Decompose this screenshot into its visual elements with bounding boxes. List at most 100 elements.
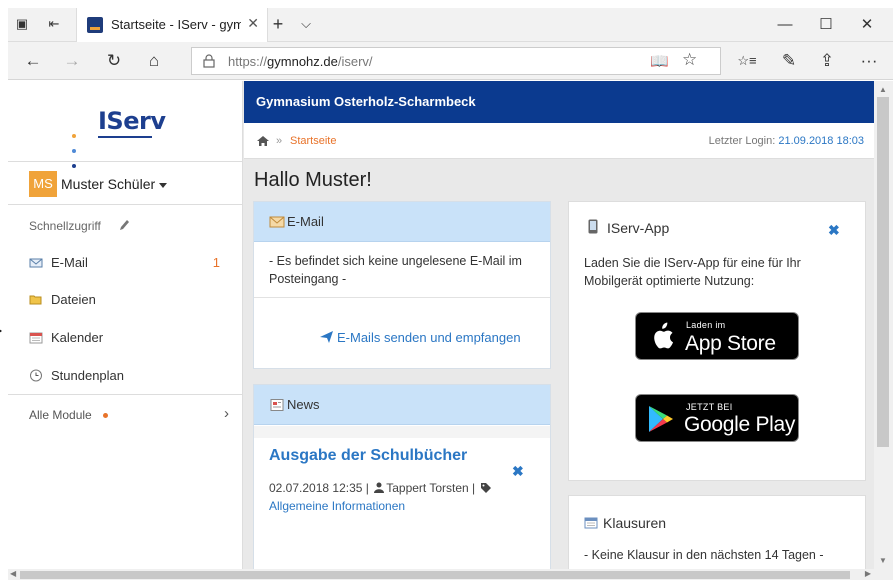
school-name: Gymnasium Osterholz-Scharmbeck xyxy=(256,94,476,109)
home-icon[interactable] xyxy=(256,135,270,147)
iserv-page: IServ MS Muster Schüler Schnellzugriff E… xyxy=(8,81,874,569)
favorites-hub-icon[interactable]: ☆≡ xyxy=(736,51,758,71)
news-panel: News Ausgabe der Schulbücher ✖ 02.07.201… xyxy=(253,384,551,569)
app-store-badge[interactable]: Laden im App Store xyxy=(635,312,799,360)
reading-view-icon[interactable]: 📖 xyxy=(650,52,669,70)
forward-button[interactable]: → xyxy=(61,51,83,71)
tab-list-chevron-icon[interactable]: ⌵ xyxy=(298,17,314,31)
tabs-aside-icon[interactable]: ⇤ xyxy=(46,17,62,31)
all-modules-label: Alle Module xyxy=(29,408,92,422)
share-icon[interactable]: ⇪ xyxy=(816,51,838,71)
sidebar-item-timetable[interactable]: Stundenplan xyxy=(8,358,243,394)
scroll-left-icon[interactable]: ◀ xyxy=(10,569,16,578)
folder-icon xyxy=(29,295,42,305)
new-tab-button[interactable]: + xyxy=(270,15,286,33)
calendar-icon xyxy=(584,517,598,529)
sidebar-item-label: Dateien xyxy=(51,292,96,307)
panel-title: News xyxy=(287,397,320,412)
sidebar-item-label: Stundenplan xyxy=(51,368,125,383)
email-panel: E-Mail - Es befindet sich keine ungelese… xyxy=(253,201,551,369)
vertical-scrollbar[interactable]: ▲ ▼ xyxy=(874,81,893,569)
sidebar-item-files[interactable]: Dateien xyxy=(8,282,243,318)
paper-plane-icon xyxy=(320,331,333,343)
panel-title: IServ-App xyxy=(607,220,670,236)
clock-icon xyxy=(30,369,42,382)
breadcrumb-current[interactable]: Startseite xyxy=(290,135,336,147)
calendar-icon xyxy=(29,332,43,344)
news-item-title[interactable]: Ausgabe der Schulbücher xyxy=(269,447,467,465)
logo-dot xyxy=(72,134,76,138)
panel-title: Klausuren xyxy=(603,515,667,531)
news-category-link[interactable]: Allgemeine Informationen xyxy=(269,499,405,513)
divider xyxy=(254,297,550,298)
logo-dot xyxy=(72,149,76,153)
maximize-button[interactable]: ☐ xyxy=(806,14,846,36)
browser-titlebar: ▣ ⇤ Startseite - IServ - gymr ✕ + ⌵ — ☐ … xyxy=(8,8,893,42)
school-header: Gymnasium Osterholz-Scharmbeck xyxy=(244,81,874,123)
mail-icon xyxy=(269,216,285,228)
minimize-button[interactable]: — xyxy=(765,14,805,36)
browser-tab[interactable]: Startseite - IServ - gymr ✕ xyxy=(76,8,268,42)
favorite-star-icon[interactable]: ☆ xyxy=(682,50,697,70)
google-play-title: Google Play xyxy=(684,413,796,436)
unread-count-badge: 1 xyxy=(212,255,220,270)
more-menu-icon[interactable]: ··· xyxy=(858,51,880,71)
scroll-up-icon[interactable]: ▲ xyxy=(879,85,887,94)
refresh-button[interactable]: ↻ xyxy=(103,51,125,71)
send-receive-email-link[interactable]: E-Mails senden und empfangen xyxy=(320,330,521,345)
google-play-icon xyxy=(649,406,673,432)
home-button[interactable]: ⌂ xyxy=(143,51,165,71)
back-button[interactable]: ← xyxy=(22,51,44,71)
chevron-right-icon: › xyxy=(224,405,229,422)
news-icon xyxy=(270,399,284,411)
sidebar-item-email[interactable]: E-Mail 1 xyxy=(8,245,243,281)
news-meta: 02.07.2018 12:35 | Tappert Torsten | xyxy=(269,481,491,495)
mobile-phone-icon xyxy=(588,219,598,234)
user-name: Muster Schüler xyxy=(61,176,168,192)
user-menu[interactable]: MS Muster Schüler xyxy=(8,161,243,205)
mail-icon xyxy=(29,258,43,268)
tab-title: Startseite - IServ - gymr xyxy=(111,17,241,32)
browser-toolbar: ← → ↻ ⌂ https://gymnohz.de/iserv/ 📖 ☆ ☆≡… xyxy=(8,42,893,80)
sidebar-item-calendar[interactable]: Kalender xyxy=(8,320,243,356)
tab-close-icon[interactable]: ✕ xyxy=(247,15,259,32)
last-login: Letzter Login: 21.09.2018 18:03 xyxy=(708,135,864,147)
new-indicator-dot xyxy=(103,413,108,418)
iserv-app-panel: IServ-App ✖ Laden Sie die IServ-App für … xyxy=(568,201,866,481)
exams-status-text: - Keine Klausur in den nächsten 14 Tagen… xyxy=(584,548,824,562)
email-panel-header: E-Mail xyxy=(254,202,550,242)
google-play-caption: JETZT BEI xyxy=(686,402,733,412)
logo-underline xyxy=(98,136,152,138)
main-content: Gymnasium Osterholz-Scharmbeck » Startse… xyxy=(244,81,874,569)
dismiss-app-panel-icon[interactable]: ✖ xyxy=(828,222,840,239)
horizontal-scroll-thumb[interactable] xyxy=(20,571,850,579)
sidebar: IServ MS Muster Schüler Schnellzugriff E… xyxy=(8,81,243,569)
quick-access-label: Schnellzugriff xyxy=(29,219,101,233)
avatar: MS xyxy=(29,171,57,197)
scroll-down-icon[interactable]: ▼ xyxy=(879,556,887,565)
pencil-icon[interactable] xyxy=(118,218,130,232)
horizontal-scrollbar[interactable]: ◀ ▶ xyxy=(8,569,893,580)
app-store-caption: Laden im xyxy=(686,320,726,330)
address-bar-input[interactable]: https://gymnohz.de/iserv/ 📖 ☆ xyxy=(191,47,721,75)
tab-manager-icon[interactable]: ▣ xyxy=(14,17,30,31)
sidebar-item-all-modules[interactable]: Alle Module › xyxy=(8,394,243,432)
sidebar-item-label: E-Mail xyxy=(51,255,88,270)
scroll-right-icon[interactable]: ▶ xyxy=(865,569,871,578)
panel-title: E-Mail xyxy=(287,214,324,229)
caret-down-icon xyxy=(159,182,168,188)
mouse-cursor-icon xyxy=(0,324,2,338)
dismiss-news-icon[interactable]: ✖ xyxy=(512,463,524,480)
lock-icon xyxy=(203,54,215,68)
breadcrumb-separator: » xyxy=(276,135,283,147)
apple-icon xyxy=(654,322,673,349)
web-notes-icon[interactable]: ✎ xyxy=(778,51,800,71)
exams-panel: Klausuren - Keine Klausur in den nächste… xyxy=(568,495,866,569)
news-panel-header: News xyxy=(254,385,550,425)
app-description: Laden Sie die IServ-App für eine für Ihr… xyxy=(584,256,801,288)
google-play-badge[interactable]: JETZT BEI Google Play xyxy=(635,394,799,442)
close-window-button[interactable]: ✕ xyxy=(847,14,887,36)
email-status-text: - Es befindet sich keine ungelesene E-Ma… xyxy=(269,254,522,286)
iserv-favicon-icon xyxy=(87,17,103,33)
vertical-scroll-thumb[interactable] xyxy=(877,97,889,447)
